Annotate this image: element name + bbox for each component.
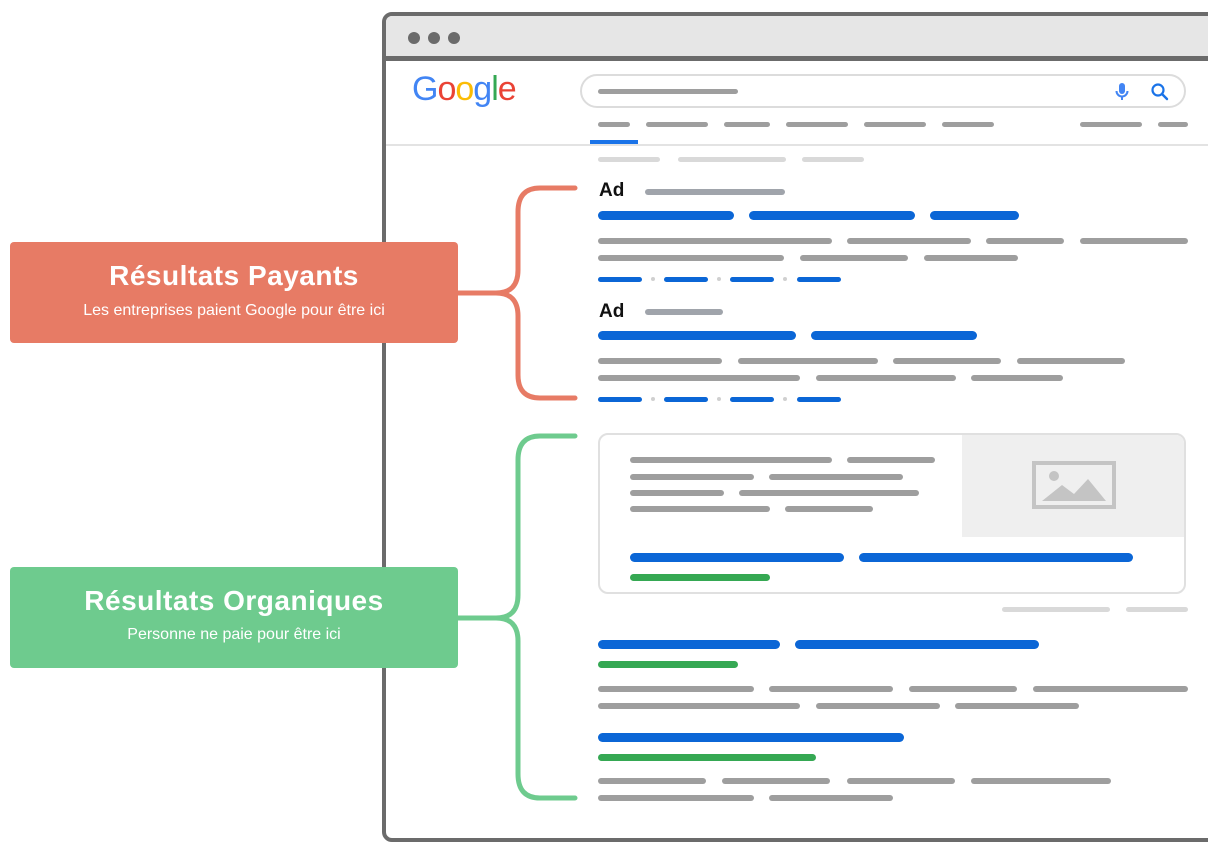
- organic-results-callout: Résultats Organiques Personne ne paie po…: [10, 567, 458, 668]
- paid-results-callout: Résultats Payants Les entreprises paient…: [10, 242, 458, 343]
- annotation-brackets: [455, 185, 578, 801]
- callout-subtitle: Personne ne paie pour être ici: [127, 626, 341, 643]
- organic-bracket: [455, 433, 578, 801]
- callout-title: Résultats Organiques: [84, 585, 384, 616]
- paid-bracket: [455, 185, 578, 401]
- callout-title: Résultats Payants: [109, 260, 359, 291]
- callout-subtitle: Les entreprises paient Google pour être …: [83, 302, 385, 319]
